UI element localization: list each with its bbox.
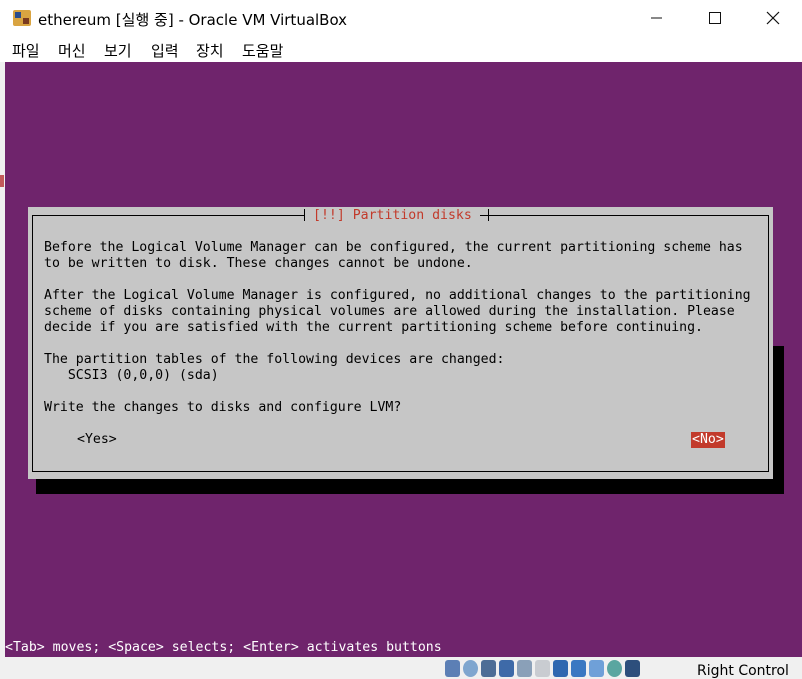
close-icon [766,11,780,25]
dialog-text-line: The partition tables of the following de… [44,352,505,367]
edge-mark [0,175,4,187]
network-icon[interactable] [499,660,514,677]
audio-icon[interactable] [481,660,496,677]
host-key-label[interactable]: Right Control [697,663,789,679]
optical-drive-icon[interactable] [463,660,478,677]
title-divider-right [488,209,489,221]
menu-machine[interactable]: 머신 [58,40,86,61]
yes-button[interactable]: <Yes> [77,432,117,448]
dialog-text-line: decide if you are satisfied with the cur… [44,320,703,335]
device-entry: SCSI3 (0,0,0) (sda) [44,368,219,383]
virtualbox-icon [13,10,31,26]
close-button[interactable] [744,0,802,36]
status-bar: Right Control [0,657,802,679]
vm-display[interactable]: [!!] Partition disks Before the Logical … [5,62,802,657]
minimize-icon [651,17,662,19]
dialog-text-line: scheme of disks containing physical volu… [44,304,735,319]
keyboard-icon[interactable] [625,660,640,677]
cpu-icon[interactable] [589,660,604,677]
menu-view[interactable]: 보기 [104,40,132,61]
menu-input[interactable]: 입력 [151,40,179,61]
video-capture-icon[interactable] [571,660,586,677]
dialog-text-line: After the Logical Volume Manager is conf… [44,288,751,303]
menu-bar: 파일 머신 보기 입력 장치 도움말 [0,36,802,62]
no-button[interactable]: <No> [691,432,725,448]
partition-dialog: [!!] Partition disks Before the Logical … [28,207,773,479]
title-bar: ethereum [실행 중] - Oracle VM VirtualBox [0,0,802,36]
keyboard-hint: <Tab> moves; <Space> selects; <Enter> ac… [5,640,442,655]
dialog-question: Write the changes to disks and configure… [44,400,402,415]
maximize-icon [708,11,721,24]
menu-help[interactable]: 도움말 [242,40,283,61]
usb-icon[interactable] [517,660,532,677]
mouse-integration-icon[interactable] [607,660,622,677]
dialog-text-line: to be written to disk. These changes can… [44,256,473,271]
menu-devices[interactable]: 장치 [196,40,224,61]
display-icon[interactable] [553,660,568,677]
dialog-title: [!!] Partition disks [305,208,480,224]
hard-disk-icon[interactable] [445,660,460,677]
window-title: ethereum [실행 중] - Oracle VM VirtualBox [38,11,348,29]
minimize-button[interactable] [628,0,686,36]
shared-folders-icon[interactable] [535,660,550,677]
maximize-button[interactable] [686,0,744,36]
device-status-icons [445,660,640,678]
dialog-text-line: Before the Logical Volume Manager can be… [44,240,743,255]
menu-file[interactable]: 파일 [12,40,40,61]
